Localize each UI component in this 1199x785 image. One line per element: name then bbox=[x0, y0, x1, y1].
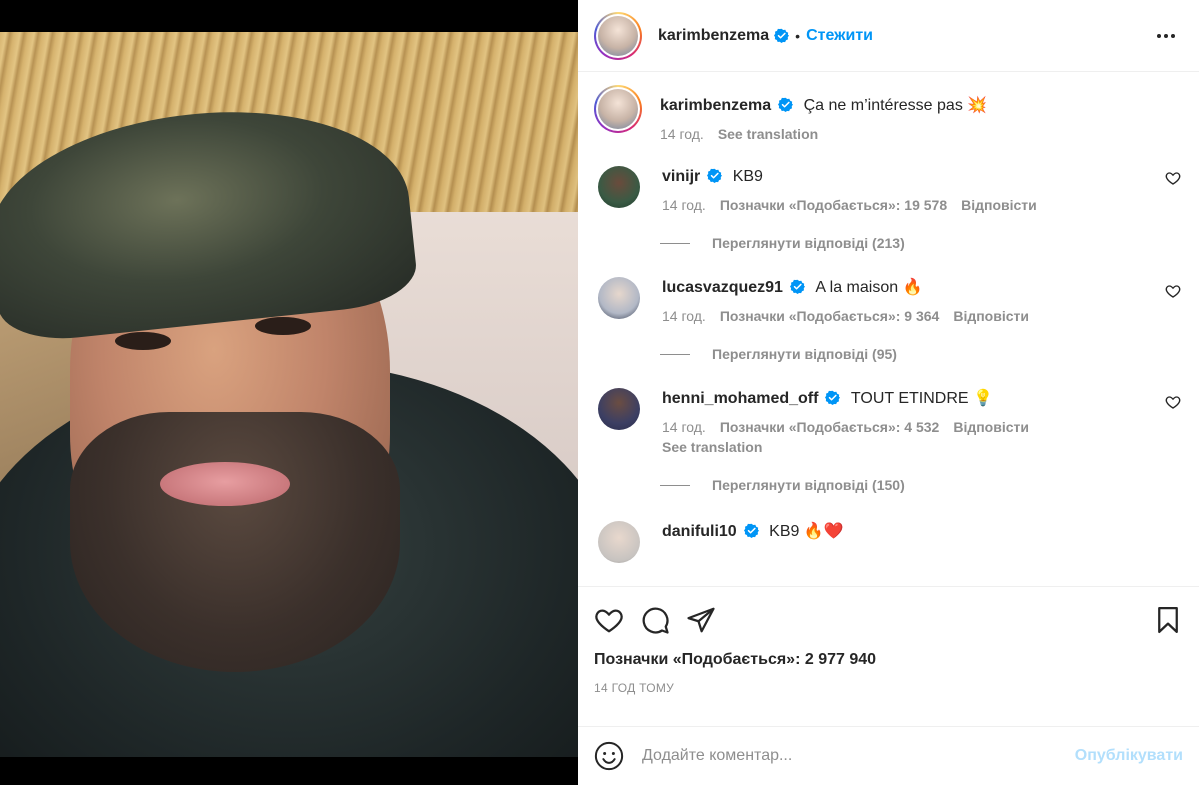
comment-likes[interactable]: Позначки «Подобається»: 4 532 bbox=[720, 419, 940, 435]
post-actions: Позначки «Подобається»: 2 977 940 14 ГОД… bbox=[578, 586, 1199, 726]
heart-icon[interactable] bbox=[594, 605, 624, 635]
fire-emoji: 🔥 bbox=[902, 279, 923, 296]
post-time-ago[interactable]: 14 ГОД ТОМУ bbox=[594, 681, 1183, 695]
comment-time[interactable]: 14 год. bbox=[662, 197, 706, 213]
heart-icon[interactable] bbox=[1165, 283, 1181, 299]
comment-username[interactable]: vinijr bbox=[662, 168, 700, 185]
commenter-avatar[interactable] bbox=[598, 166, 640, 208]
post-header: karimbenzema • Стежити bbox=[578, 0, 1199, 72]
reply-button[interactable]: Відповісти bbox=[953, 308, 1029, 324]
caption-text: Ça ne m’intéresse pas bbox=[803, 97, 963, 114]
replies-divider bbox=[660, 484, 690, 486]
view-replies-button[interactable]: Переглянути відповіді (95) bbox=[660, 346, 1183, 362]
photo-beard bbox=[70, 412, 400, 672]
heart-icon[interactable] bbox=[1165, 394, 1181, 410]
heart-icon[interactable] bbox=[1165, 170, 1181, 186]
author-avatar-image bbox=[598, 15, 638, 56]
comment-text: KB9 bbox=[769, 523, 800, 540]
commenter-avatar[interactable] bbox=[598, 521, 640, 563]
publish-button[interactable]: Опублікувати bbox=[1075, 747, 1183, 765]
comment-item: lucasvazquez91 A la maison 🔥 14 год. Поз… bbox=[594, 255, 1183, 324]
post-caption: karimbenzema Ça ne m’intéresse pas 💥 14 … bbox=[594, 73, 1183, 142]
reply-button[interactable]: Відповісти bbox=[961, 197, 1037, 213]
header-separator: • bbox=[795, 27, 801, 44]
comment-text: A la maison bbox=[815, 279, 899, 296]
bookmark-icon[interactable] bbox=[1153, 605, 1183, 635]
commenter-avatar[interactable] bbox=[598, 277, 640, 319]
caption-username[interactable]: karimbenzema bbox=[660, 97, 771, 114]
verified-badge-icon bbox=[778, 97, 794, 112]
verified-badge-icon bbox=[743, 523, 759, 538]
likes-count[interactable]: Позначки «Подобається»: 2 977 940 bbox=[594, 651, 1183, 669]
paper-plane-icon[interactable] bbox=[686, 605, 716, 635]
photo-eye-left bbox=[115, 332, 171, 350]
view-replies-label: Переглянути відповіді (150) bbox=[712, 477, 905, 493]
comment-input[interactable] bbox=[642, 747, 1075, 765]
post-photo[interactable] bbox=[0, 32, 578, 757]
comment-item: henni_mohamed_off TOUT ETINDRE 💡 14 год.… bbox=[594, 366, 1183, 455]
author-avatar[interactable] bbox=[594, 11, 642, 60]
photo-lips bbox=[160, 462, 290, 506]
follow-button[interactable]: Стежити bbox=[806, 27, 873, 45]
comment-time[interactable]: 14 год. bbox=[662, 419, 706, 435]
collision-emoji: 💥 bbox=[967, 97, 988, 114]
commenter-avatar[interactable] bbox=[598, 388, 640, 430]
comment-item: danifuli10 KB9 🔥❤️ bbox=[594, 497, 1183, 563]
comment-item: vinijr KB9 14 год. Позначки «Подобається… bbox=[594, 142, 1183, 213]
caption-author-avatar[interactable] bbox=[594, 85, 642, 133]
comment-likes[interactable]: Позначки «Подобається»: 9 364 bbox=[720, 308, 940, 324]
verified-badge-icon bbox=[825, 390, 841, 405]
comment-text: KB9 bbox=[732, 168, 763, 185]
comment-see-translation[interactable]: See translation bbox=[662, 439, 1183, 455]
view-replies-button[interactable]: Переглянути відповіді (150) bbox=[660, 477, 1183, 493]
caption-avatar-image bbox=[598, 89, 638, 129]
photo-eye-right bbox=[255, 317, 311, 335]
replies-divider bbox=[660, 242, 690, 244]
add-comment-bar: Опублікувати bbox=[578, 726, 1199, 785]
caption-see-translation[interactable]: See translation bbox=[718, 126, 818, 142]
comment-username[interactable]: henni_mohamed_off bbox=[662, 390, 818, 407]
comment-icon[interactable] bbox=[640, 605, 670, 635]
post-side-panel: karimbenzema • Стежити karimbenzema Ça n… bbox=[578, 0, 1199, 785]
verified-badge-icon bbox=[774, 28, 790, 43]
verified-badge-icon bbox=[707, 168, 723, 183]
view-replies-label: Переглянути відповіді (213) bbox=[712, 235, 905, 251]
comment-username[interactable]: danifuli10 bbox=[662, 523, 737, 540]
comments-list[interactable]: karimbenzema Ça ne m’intéresse pas 💥 14 … bbox=[578, 73, 1199, 585]
verified-badge-icon bbox=[789, 279, 805, 294]
view-replies-button[interactable]: Переглянути відповіді (213) bbox=[660, 235, 1183, 251]
light-bulb-emoji: 💡 bbox=[973, 390, 993, 407]
comment-time[interactable]: 14 год. bbox=[662, 308, 706, 324]
fire-heart-emoji: 🔥❤️ bbox=[803, 523, 844, 540]
comment-likes[interactable]: Позначки «Подобається»: 19 578 bbox=[720, 197, 947, 213]
post-media bbox=[0, 0, 578, 785]
instagram-post-modal: karimbenzema • Стежити karimbenzema Ça n… bbox=[0, 0, 1199, 785]
reply-button[interactable]: Відповісти bbox=[953, 419, 1029, 435]
comment-username[interactable]: lucasvazquez91 bbox=[662, 279, 783, 296]
caption-time[interactable]: 14 год. bbox=[660, 126, 704, 142]
more-dots-icon[interactable] bbox=[1149, 26, 1183, 46]
comment-text: TOUT ETINDRE bbox=[850, 390, 969, 407]
smiley-icon[interactable] bbox=[594, 741, 624, 771]
view-replies-label: Переглянути відповіді (95) bbox=[712, 346, 897, 362]
replies-divider bbox=[660, 353, 690, 355]
author-username[interactable]: karimbenzema bbox=[658, 27, 769, 45]
